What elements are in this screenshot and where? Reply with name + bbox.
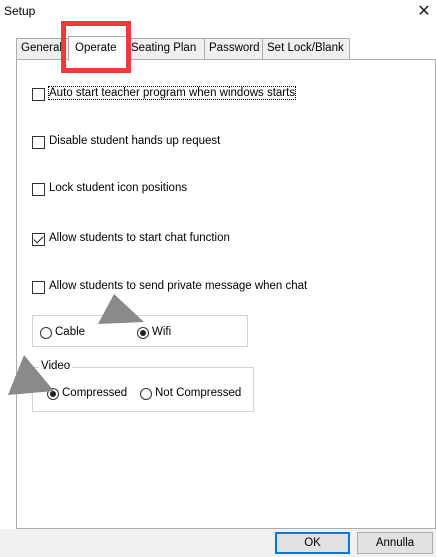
- not-compressed-label[interactable]: Not Compressed: [155, 387, 241, 399]
- allow-private-label[interactable]: Allow students to send private message w…: [49, 280, 307, 292]
- wifi-label[interactable]: Wifi: [152, 326, 171, 338]
- allow-chat-label[interactable]: Allow students to start chat function: [49, 232, 230, 244]
- compressed-pointer-arrow-icon: [8, 355, 54, 395]
- tab-seating-plan[interactable]: Seating Plan: [126, 38, 206, 59]
- allow-chat-checkbox[interactable]: [32, 233, 45, 246]
- window-title: Setup: [4, 4, 36, 18]
- allow-private-checkbox[interactable]: [32, 281, 45, 294]
- lock-icons-label[interactable]: Lock student icon positions: [49, 182, 187, 194]
- tab-set-lock-blank[interactable]: Set Lock/Blank: [262, 38, 350, 59]
- disable-hands-up-checkbox[interactable]: [32, 136, 45, 149]
- lock-icons-checkbox[interactable]: [32, 183, 45, 196]
- video-group: Video Compressed Not Compressed: [32, 360, 254, 412]
- not-compressed-radio[interactable]: [140, 388, 152, 400]
- button-bar: OK Annulla: [0, 529, 436, 557]
- cancel-button[interactable]: Annulla: [357, 532, 433, 554]
- auto-start-label[interactable]: Auto start teacher program when windows …: [47, 86, 297, 100]
- cable-radio[interactable]: [40, 327, 52, 339]
- wifi-pointer-arrow-icon: [98, 294, 144, 324]
- cable-label[interactable]: Cable: [55, 326, 85, 338]
- close-icon[interactable]: ✕: [414, 1, 434, 23]
- compressed-label[interactable]: Compressed: [62, 387, 127, 399]
- operate-panel: Auto start teacher program when windows …: [16, 59, 436, 529]
- disable-hands-up-label[interactable]: Disable student hands up request: [49, 135, 220, 147]
- operate-tab-highlight: [61, 21, 131, 73]
- tab-password[interactable]: Password: [204, 38, 264, 59]
- ok-button[interactable]: OK: [275, 532, 350, 554]
- auto-start-checkbox[interactable]: [32, 88, 45, 101]
